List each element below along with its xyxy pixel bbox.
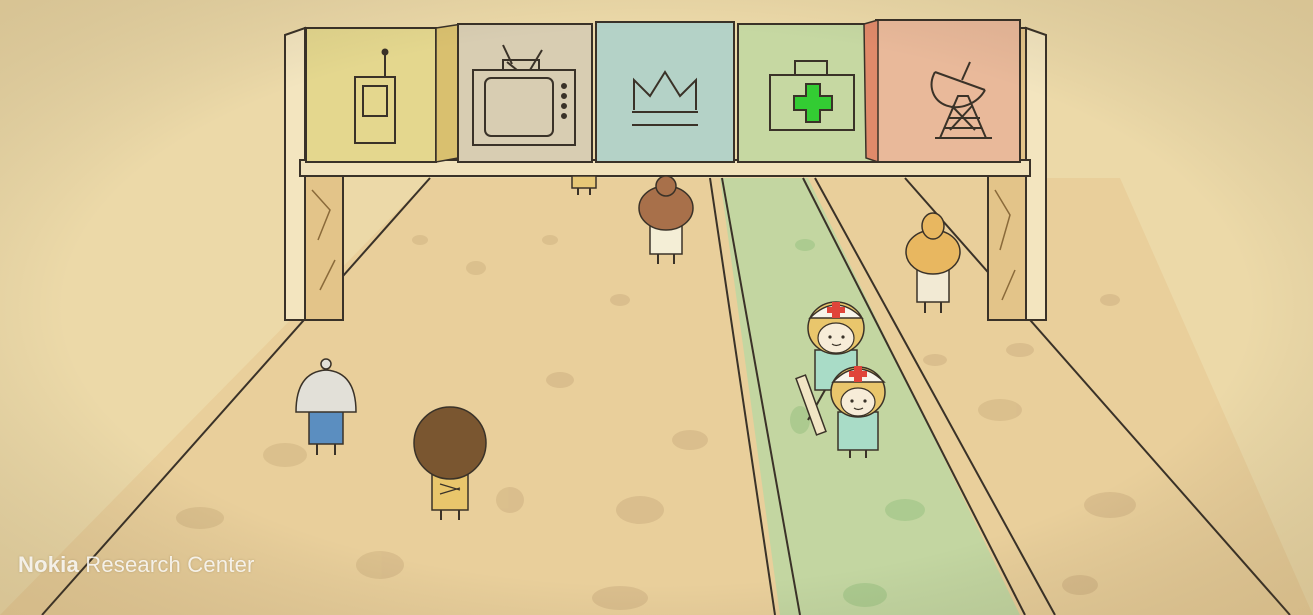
illustration: [0, 0, 1313, 615]
watermark-brand: Nokia: [18, 552, 79, 577]
nokia-research-center-watermark: Nokia Research Center: [18, 552, 255, 578]
video-frame-scene: Nokia Research Center: [0, 0, 1313, 615]
watermark-text: Research Center: [85, 552, 255, 577]
vignette: [0, 0, 1313, 615]
